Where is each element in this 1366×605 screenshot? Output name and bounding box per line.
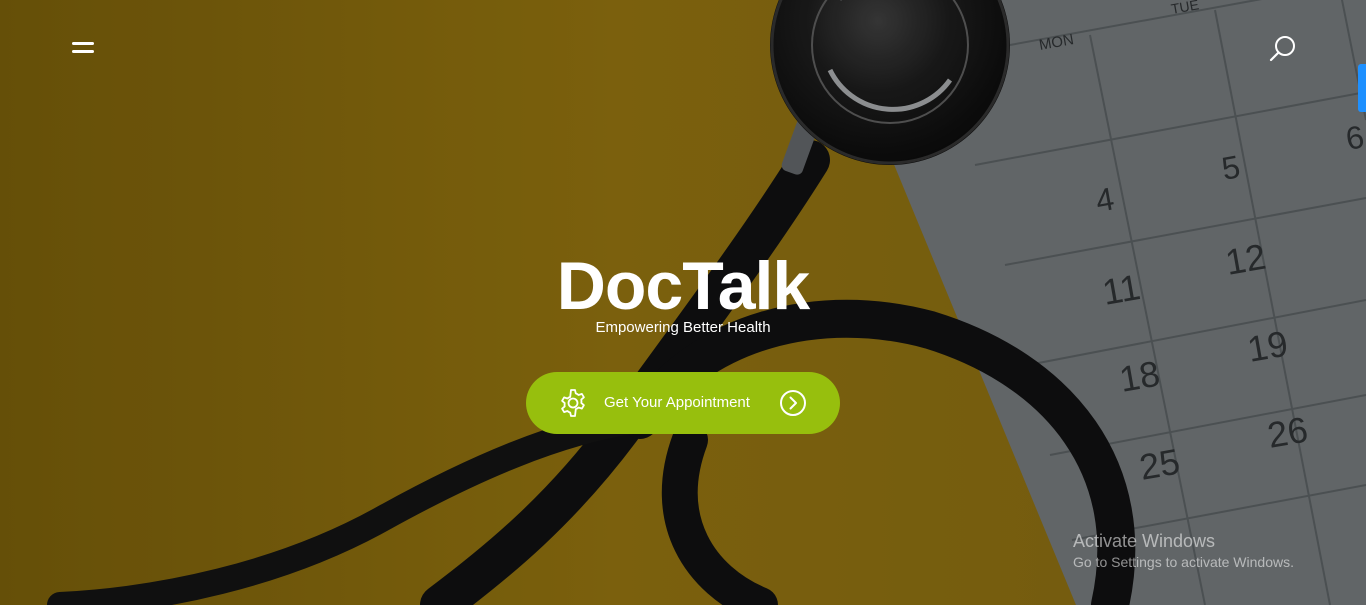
hamburger-menu-icon [72,42,94,45]
chevron-right-circle-icon [780,390,806,416]
menu-button[interactable] [70,38,96,58]
gear-icon [561,389,585,417]
activation-subtitle: Go to Settings to activate Windows. [1073,554,1294,570]
brand-title: DocTalk [556,248,810,324]
search-button[interactable] [1268,33,1298,63]
get-appointment-button[interactable]: Get Your Appointment [526,372,840,434]
get-appointment-label: Get Your Appointment [604,394,750,411]
activation-title: Activate Windows [1073,531,1216,551]
windows-activation-watermark: Activate Windows Go to Settings to activ… [1073,530,1294,571]
brand-tagline: Empowering Better Health [595,319,771,336]
search-icon [1269,36,1295,62]
side-feedback-tab[interactable] [1358,64,1366,112]
hero-section: MON TUE 4 5 6 11 12 18 19 25 26 DocTalk … [0,0,1366,605]
